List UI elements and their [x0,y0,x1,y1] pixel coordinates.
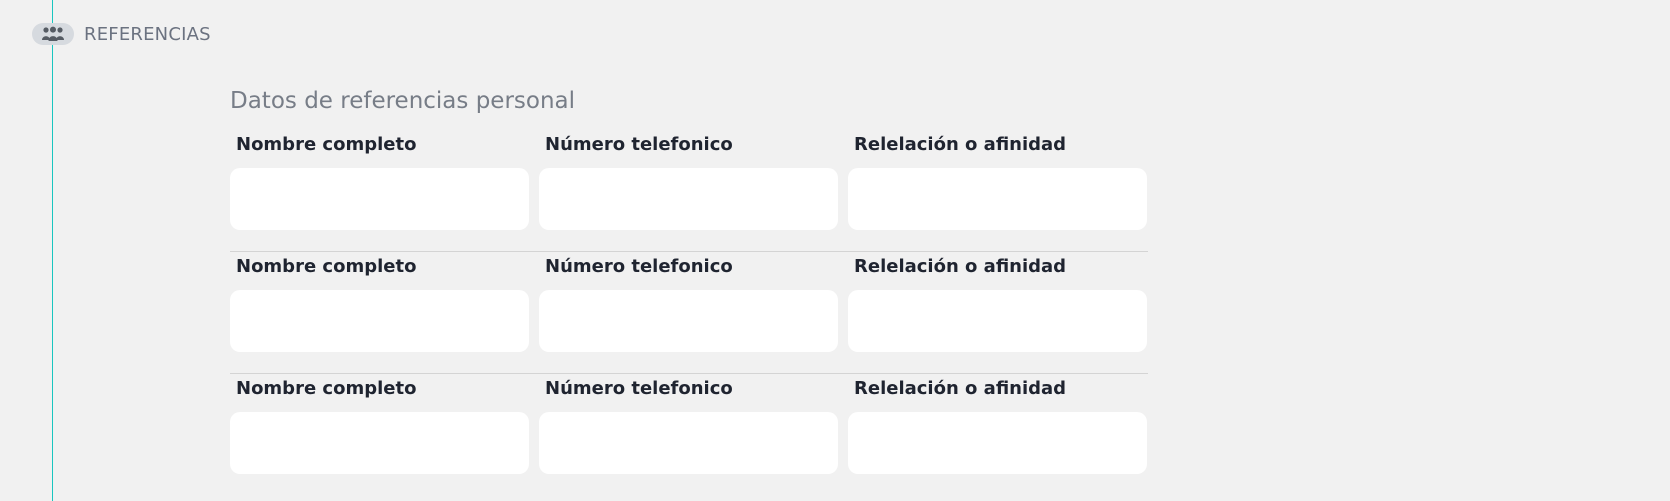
phone-input[interactable] [539,412,838,474]
relation-input[interactable] [848,168,1147,230]
relation-input[interactable] [848,290,1147,352]
phone-label: Número telefonico [545,134,733,155]
timeline-line [52,0,53,501]
reference-row-2: Nombre completo Número telefonico Relela… [230,251,1148,373]
phone-label: Número telefonico [545,256,733,277]
full-name-label: Nombre completo [236,256,417,277]
relation-label: Relelación o afinidad [854,134,1067,155]
reference-row-1: Nombre completo Número telefonico Relela… [230,130,1148,251]
full-name-label: Nombre completo [236,134,417,155]
relation-label: Relelación o afinidad [854,256,1067,277]
full-name-input[interactable] [230,168,529,230]
relation-label: Relelación o afinidad [854,378,1067,399]
group-title: Datos de referencias personal [230,88,576,114]
people-group-icon [32,23,74,45]
full-name-label: Nombre completo [236,378,417,399]
full-name-input[interactable] [230,290,529,352]
full-name-input[interactable] [230,412,529,474]
section-header: REFERENCIAS [32,20,211,48]
people-group-icon-graphic [42,26,64,41]
phone-input[interactable] [539,290,838,352]
phone-input[interactable] [539,168,838,230]
section-title: REFERENCIAS [84,23,211,45]
relation-input[interactable] [848,412,1147,474]
references-grid: Nombre completo Número telefonico Relela… [230,130,1148,495]
reference-row-3: Nombre completo Número telefonico Relela… [230,373,1148,495]
phone-label: Número telefonico [545,378,733,399]
